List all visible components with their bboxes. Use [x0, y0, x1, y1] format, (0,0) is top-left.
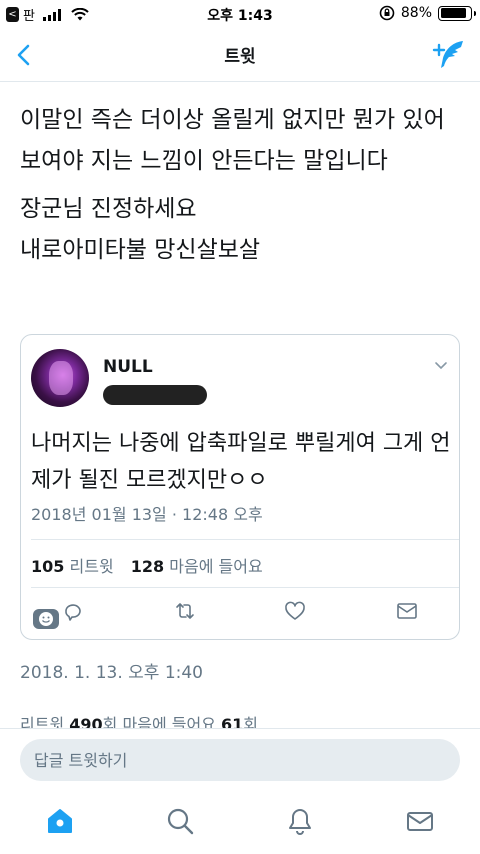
likes-label[interactable]: 마음에 들어요: [169, 557, 262, 576]
avatar[interactable]: [31, 349, 89, 407]
notifications-icon[interactable]: [285, 806, 315, 836]
tweet-date: 2018. 1. 13. 오후 1:40: [20, 663, 203, 683]
page-title: 트윗: [224, 47, 256, 67]
divider: [31, 539, 459, 540]
dm-icon[interactable]: [395, 599, 419, 623]
retweet-label[interactable]: 리트윗: [70, 557, 114, 576]
quoted-tweet-date: 2018년 01월 13일 · 12:48 오후: [31, 505, 263, 524]
search-icon[interactable]: [165, 806, 195, 836]
reply-bar: [0, 728, 480, 790]
reply-icon[interactable]: [61, 599, 85, 623]
tweet-paragraph: 장군님 진정하세요 내로아미타불 망신살보살: [20, 196, 261, 263]
likes-count: 61: [221, 715, 244, 728]
divider: [31, 587, 459, 588]
smiley-icon: [39, 612, 53, 626]
tweet-text: 이말인 즉슨 더이상 올릴게 없지만 뭔가 있어보여야 지는 느낌이 안든다는 …: [20, 100, 460, 278]
messages-icon[interactable]: [405, 806, 435, 836]
quoted-author-name: NULL: [103, 357, 153, 377]
quoted-tweet-text: 나머지는 나중에 압축파일로 뿌릴게여 그게 언제가 될진 모르겠지만ㅇㅇ: [31, 431, 451, 493]
retweet-label[interactable]: 리트윗: [20, 715, 64, 728]
rotation-lock-icon: [379, 5, 395, 21]
likes-count: 128: [130, 557, 165, 576]
likes-label[interactable]: 마음에 들어요: [123, 715, 216, 728]
retweet-count: 490: [69, 715, 103, 728]
quoted-tweet-stats: 105 리트윗 128 마음에 들어요: [31, 553, 263, 577]
tweet-stats: 리트윗 490회 마음에 들어요 61회: [20, 714, 258, 728]
status-right: 88%: [379, 5, 476, 21]
battery-level: [440, 8, 467, 18]
battery-icon: [438, 5, 476, 21]
chevron-down-icon[interactable]: [433, 357, 449, 373]
like-icon[interactable]: [283, 599, 307, 623]
tab-bar: [0, 790, 480, 854]
tweet-paragraph: 이말인 즉슨 더이상 올릴게 없지만 뭔가 있어보여야 지는 느낌이 안든다는 …: [20, 107, 445, 174]
emoji-keyboard-icon[interactable]: [33, 609, 59, 629]
quoted-tweet-actions: [21, 597, 461, 627]
status-bar: < 판 오후 1:43 88%: [0, 0, 480, 28]
reply-input[interactable]: [20, 739, 460, 781]
compose-tweet-icon[interactable]: [432, 38, 466, 72]
home-icon[interactable]: [45, 806, 75, 836]
quoted-tweet-card[interactable]: NULL 나머지는 나중에 압축파일로 뿌릴게여 그게 언제가 될진 모르겠지만…: [20, 334, 460, 640]
likes-unit: 회: [243, 715, 258, 728]
retweet-count: 105: [31, 557, 65, 576]
retweet-unit: 회: [102, 715, 118, 728]
redacted-handle: [103, 385, 207, 405]
navigation-bar: 트윗: [0, 28, 480, 82]
battery-percent: 88%: [400, 5, 432, 21]
retweet-icon[interactable]: [173, 599, 197, 623]
